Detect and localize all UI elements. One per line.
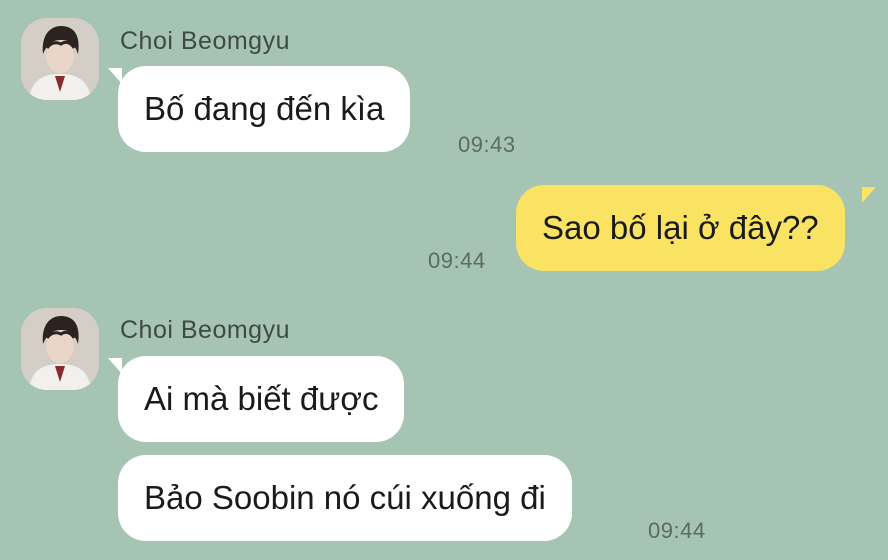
sender-avatar[interactable] — [21, 308, 99, 390]
message-timestamp: 09:44 — [428, 248, 486, 273]
incoming-message-bubble[interactable]: Ai mà biết được — [118, 356, 405, 442]
incoming-message-bubble[interactable]: Bảo Soobin nó cúi xuống đi — [118, 455, 572, 541]
chat-thread: Choi Beomgyu Bố đang đến kìa 09:43 09:44… — [0, 0, 888, 560]
message-timestamp: 09:44 — [648, 518, 706, 543]
sender-avatar[interactable] — [21, 18, 99, 100]
sender-name: Choi Beomgyu — [120, 316, 290, 344]
message-timestamp: 09:43 — [458, 132, 516, 157]
bubble-tail — [862, 187, 876, 203]
sender-name: Choi Beomgyu — [120, 27, 290, 55]
incoming-message-bubble[interactable]: Bố đang đến kìa — [118, 66, 411, 152]
outgoing-message-bubble[interactable]: Sao bố lại ở đây?? — [516, 185, 845, 271]
